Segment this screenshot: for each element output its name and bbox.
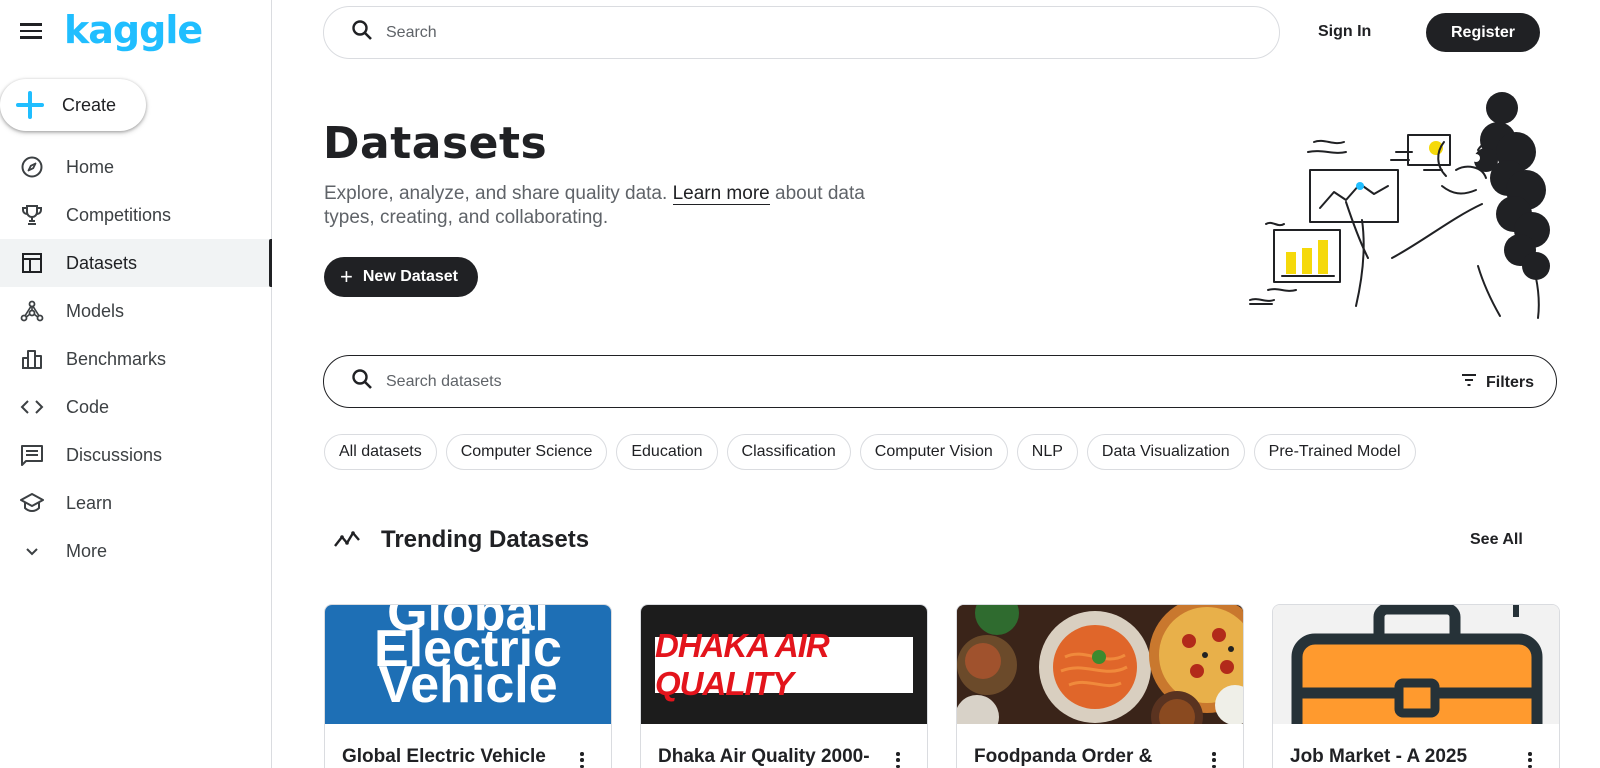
sidebar-item-discussions[interactable]: Discussions <box>0 431 272 479</box>
register-button[interactable]: Register <box>1426 13 1540 52</box>
thumbnail-text: DHAKA AIR QUALITY <box>655 627 913 702</box>
sign-in-button[interactable]: Sign In <box>1310 20 1379 44</box>
plus-icon: + <box>340 264 353 289</box>
kaggle-logo[interactable]: kaggle <box>64 8 203 52</box>
sidebar-item-label: Competitions <box>66 204 172 225</box>
new-dataset-label: New Dataset <box>362 268 459 285</box>
trophy-icon <box>20 203 44 227</box>
chip-computer-science[interactable]: Computer Science <box>445 434 608 470</box>
models-icon <box>20 299 44 323</box>
see-all-link[interactable]: See All <box>1470 531 1523 549</box>
dataset-search[interactable]: Filters <box>323 355 1557 408</box>
menu-icon[interactable] <box>18 20 44 44</box>
sidebar-item-label: Benchmarks <box>66 348 167 369</box>
page-title: Datasets <box>323 118 548 169</box>
filters-label: Filters <box>1485 373 1534 391</box>
comments-icon <box>20 443 44 467</box>
category-chips: All datasets Computer Science Education … <box>324 434 1416 470</box>
trending-icon <box>333 528 361 555</box>
page-description: Explore, analyze, and share quality data… <box>324 182 884 230</box>
dataset-card[interactable]: DHAKA AIR QUALITY Dhaka Air Quality 2000… <box>640 604 928 768</box>
code-icon <box>20 395 44 419</box>
chip-computer-vision[interactable]: Computer Vision <box>859 434 1008 470</box>
sidebar-item-competitions[interactable]: Competitions <box>0 191 272 239</box>
sidebar-item-models[interactable]: Models <box>0 287 272 335</box>
dataset-card[interactable]: Job Market - A 2025 <box>1272 604 1560 768</box>
chevron-down-icon <box>20 539 44 563</box>
table-icon <box>20 251 44 275</box>
chip-pre-trained-model[interactable]: Pre-Trained Model <box>1253 434 1416 470</box>
more-vert-icon[interactable] <box>1211 750 1217 768</box>
more-vert-icon[interactable] <box>1527 750 1533 768</box>
sidebar-item-learn[interactable]: Learn <box>0 479 272 527</box>
dataset-card[interactable]: Foodpanda Order & <box>956 604 1244 768</box>
search-input[interactable] <box>386 23 1186 42</box>
filters-button[interactable]: Filters <box>1460 371 1534 394</box>
dataset-title: Dhaka Air Quality 2000- <box>658 746 870 767</box>
dataset-thumbnail: Global Electric Vehicle <box>325 605 611 724</box>
global-search[interactable] <box>323 6 1280 59</box>
sidebar-item-code[interactable]: Code <box>0 383 272 431</box>
description-text: Explore, analyze, and share quality data… <box>324 183 673 204</box>
thumbnail-text: Vehicle <box>378 656 558 714</box>
dataset-title: Global Electric Vehicle <box>342 746 546 767</box>
dataset-title: Foodpanda Order & <box>974 746 1153 767</box>
create-label: Create <box>62 94 117 115</box>
sidebar-item-label: Models <box>66 300 125 321</box>
bar-chart-icon <box>20 347 44 371</box>
sidebar-item-datasets[interactable]: Datasets <box>0 239 272 287</box>
sidebar-item-label: Home <box>66 156 115 177</box>
chip-classification[interactable]: Classification <box>726 434 851 470</box>
sidebar-item-label: Discussions <box>66 444 163 465</box>
dataset-title: Job Market - A 2025 <box>1290 746 1468 767</box>
new-dataset-button[interactable]: + New Dataset <box>324 257 478 297</box>
sidebar-item-benchmarks[interactable]: Benchmarks <box>0 335 272 383</box>
dataset-card[interactable]: Global Electric Vehicle Global Electric … <box>324 604 612 768</box>
sidebar-item-label: Code <box>66 396 110 417</box>
dataset-thumbnail <box>957 605 1243 724</box>
sidebar-item-label: More <box>66 540 108 561</box>
plus-icon <box>16 91 44 119</box>
sidebar: kaggle Create Home Competitions Datasets <box>0 0 272 768</box>
datasets-illustration <box>1249 92 1550 319</box>
filter-icon <box>1460 371 1478 394</box>
sidebar-item-label: Datasets <box>66 252 138 273</box>
more-vert-icon[interactable] <box>579 750 585 768</box>
search-icon <box>350 367 374 396</box>
compass-icon <box>20 155 44 179</box>
dataset-search-input[interactable] <box>386 372 1386 391</box>
chip-all-datasets[interactable]: All datasets <box>324 434 437 470</box>
chip-education[interactable]: Education <box>616 434 718 470</box>
sidebar-item-label: Learn <box>66 492 113 513</box>
chip-data-visualization[interactable]: Data Visualization <box>1086 434 1245 470</box>
dataset-thumbnail: DHAKA AIR QUALITY <box>641 605 927 724</box>
sidebar-nav: Home Competitions Datasets Models Benchm… <box>0 143 272 575</box>
chip-nlp[interactable]: NLP <box>1016 434 1078 470</box>
create-button[interactable]: Create <box>0 79 146 131</box>
learn-more-link[interactable]: Learn more <box>672 183 770 205</box>
sidebar-item-home[interactable]: Home <box>0 143 272 191</box>
dataset-thumbnail <box>1273 605 1559 724</box>
section-title: Trending Datasets <box>381 526 590 553</box>
search-icon <box>350 18 374 47</box>
more-vert-icon[interactable] <box>895 750 901 768</box>
sidebar-item-more[interactable]: More <box>0 527 272 575</box>
trending-cards: Global Electric Vehicle Global Electric … <box>324 604 1560 768</box>
school-icon <box>20 491 44 515</box>
